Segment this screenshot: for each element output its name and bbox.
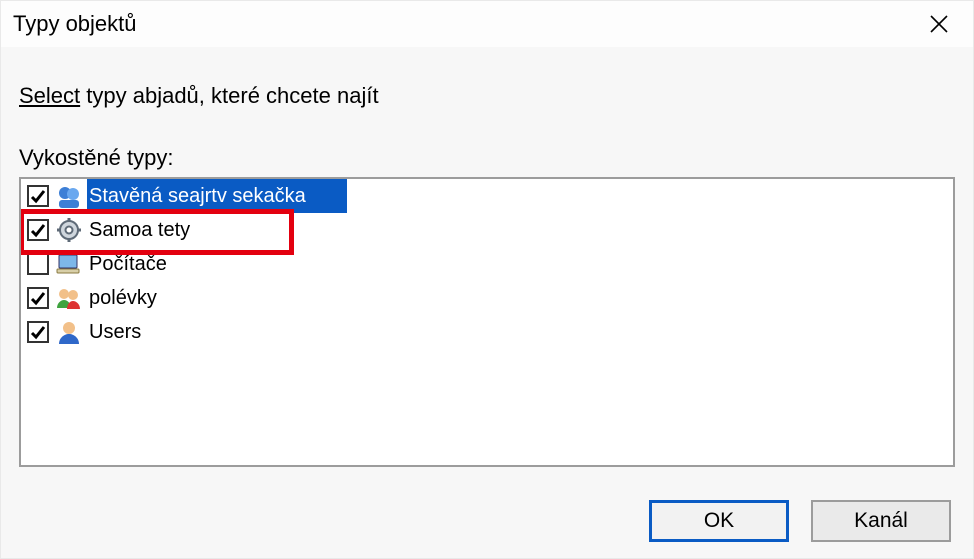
list-item[interactable]: Počítače xyxy=(21,247,953,281)
checkbox[interactable] xyxy=(27,287,49,309)
dialog-buttons: OK Kanál xyxy=(649,500,951,542)
list-item-label: Samoa tety xyxy=(87,213,198,247)
list-item-label: Počítače xyxy=(87,247,175,281)
list-item[interactable]: Samoa tety xyxy=(21,213,953,247)
dialog-window: Typy objektů Select typy abjadů, které c… xyxy=(0,0,974,559)
list-item-label: polévky xyxy=(87,281,165,315)
users-icon xyxy=(55,284,83,312)
checkbox[interactable] xyxy=(27,321,49,343)
list-item[interactable]: Users xyxy=(21,315,953,349)
group-head-icon xyxy=(55,182,83,210)
list-item-label: Stavěná seajrtv sekačka xyxy=(87,179,347,213)
prompt-text: Select typy abjadů, které chcete najít xyxy=(19,83,955,109)
close-button[interactable] xyxy=(919,4,959,44)
close-icon xyxy=(929,14,949,34)
prompt-emph: Select xyxy=(19,83,80,108)
list-label: Vykostěné typy: xyxy=(19,145,955,171)
list-item-label: Users xyxy=(87,315,149,349)
ok-button[interactable]: OK xyxy=(649,500,789,542)
checkbox[interactable] xyxy=(27,219,49,241)
cancel-button[interactable]: Kanál xyxy=(811,500,951,542)
titlebar: Typy objektů xyxy=(1,1,973,47)
list-item[interactable]: polévky xyxy=(21,281,953,315)
single-user-icon xyxy=(55,318,83,346)
checkbox[interactable] xyxy=(27,185,49,207)
dialog-title: Typy objektů xyxy=(13,11,137,37)
computer-icon xyxy=(55,250,83,278)
prompt-rest: typy abjadů, které chcete najít xyxy=(80,83,378,108)
object-types-listbox[interactable]: Stavěná seajrtv sekačkaSamoa tetyPočítač… xyxy=(19,177,955,467)
gear-icon xyxy=(55,216,83,244)
list-item[interactable]: Stavěná seajrtv sekačka xyxy=(21,179,953,213)
checkbox[interactable] xyxy=(27,253,49,275)
